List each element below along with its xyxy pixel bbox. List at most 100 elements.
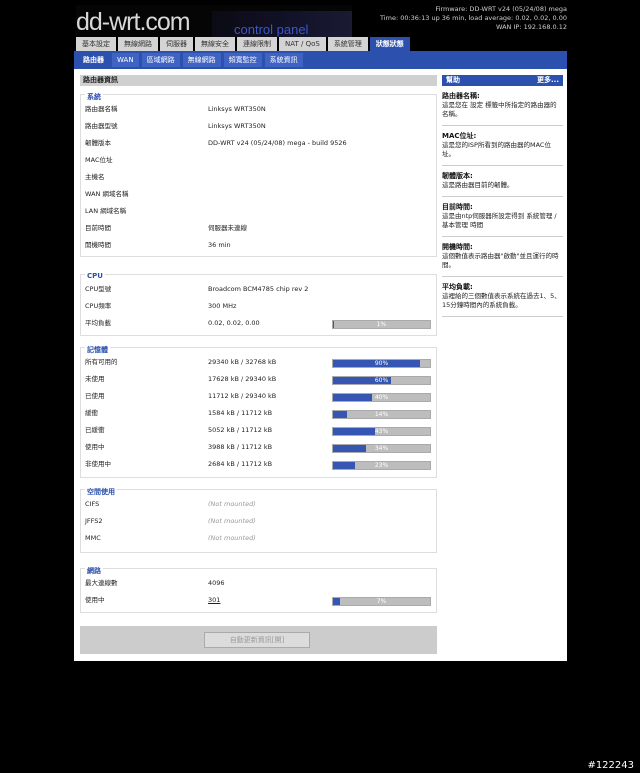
info-row: 最大連線數 4096 xyxy=(85,576,435,590)
help-panel: 幫助 更多... 路由器名稱: 這是您在 設定 標籤中所指定的路由器的名稱。 MA… xyxy=(442,75,563,317)
info-row: 緩衝 1584 kB / 11712 kB 14% xyxy=(85,406,435,420)
info-row: CPU頻率 300 MHz xyxy=(85,299,435,313)
tab-basic-setup[interactable]: 基本設定 xyxy=(76,37,116,51)
row-label: LAN 網域名稱 xyxy=(85,207,127,215)
help-item: 目前時間: 這是由ntp伺服器所設定得到 系統管理 / 基本管理 時間 xyxy=(442,197,563,237)
usage-bar: 60% xyxy=(332,376,431,385)
help-header: 幫助 更多... xyxy=(442,75,563,86)
section-title-system: 系統 xyxy=(85,92,103,102)
active-connections-link[interactable]: 301 xyxy=(208,593,220,607)
subtab-router[interactable]: 路由器 xyxy=(78,53,109,67)
row-label: JFFS2 xyxy=(85,517,103,525)
help-item-title: MAC位址: xyxy=(442,132,477,140)
row-label: WAN 網域名稱 xyxy=(85,190,129,198)
help-item: 開機時間: 這個數值表示路由器"啟動"並且運行的時間。 xyxy=(442,237,563,277)
info-row: 韌體版本 DD-WRT v24 (05/24/08) mega - build 9… xyxy=(85,136,435,150)
help-more-link[interactable]: 更多... xyxy=(537,75,559,86)
router-info: Firmware: DD-WRT v24 (05/24/08) mega Tim… xyxy=(380,5,567,32)
subtab-wan[interactable]: WAN xyxy=(112,53,139,67)
tab-wireless[interactable]: 無線網路 xyxy=(118,37,158,51)
info-row: 已使用 11712 kB / 29340 kB 40% xyxy=(85,389,435,403)
help-item: 平均負載: 這裡給的三個數值表示系統在過去1、5、15分鐘時間內的系統負載。 xyxy=(442,277,563,317)
tab-nat-qos[interactable]: NAT / QoS xyxy=(279,37,326,51)
info-row: 已緩衝 5052 kB / 11712 kB 43% xyxy=(85,423,435,437)
tab-access-restrictions[interactable]: 連線限制 xyxy=(237,37,277,51)
row-label: CPU型號 xyxy=(85,285,112,293)
page-title: 路由器資訊 xyxy=(80,75,437,86)
usage-bar-label: 1% xyxy=(376,321,387,328)
logo-text: dd-wrt.com xyxy=(76,8,191,36)
button-bar: 自動更新資訊[開] xyxy=(80,626,437,654)
row-value: 17628 kB / 29340 kB xyxy=(208,375,277,383)
subtab-lan[interactable]: 區域網路 xyxy=(141,53,180,67)
row-label: 緩衝 xyxy=(85,409,98,417)
row-value: (Not mounted) xyxy=(208,534,256,542)
subtab-wireless[interactable]: 無線網路 xyxy=(182,53,221,67)
row-value: (Not mounted) xyxy=(208,500,256,508)
tab-security[interactable]: 無線安全 xyxy=(195,37,235,51)
usage-bar: 1% xyxy=(332,320,431,329)
row-value: 1584 kB / 11712 kB xyxy=(208,409,273,417)
content-area: 路由器資訊 系統 路由器名稱 Linksys WRT350N 路由器型號 Links… xyxy=(74,69,567,661)
row-value: 5052 kB / 11712 kB xyxy=(208,426,273,434)
tab-status[interactable]: 狀態狀態 xyxy=(369,37,410,51)
row-label: MAC位址 xyxy=(85,156,113,164)
logo-subtitle: control panel xyxy=(234,22,309,37)
memory-section: 記憶體 所有可用的 29340 kB / 32768 kB 90% 未使用 1762… xyxy=(80,345,437,478)
row-label: 韌體版本 xyxy=(85,139,111,147)
subtab-bandwidth[interactable]: 頻寬監控 xyxy=(223,53,262,67)
space-section: 空間使用 CIFS (Not mounted) JFFS2 (Not mounted… xyxy=(80,487,437,553)
help-item: 路由器名稱: 這是您在 設定 標籤中所指定的路由器的名稱。 xyxy=(442,86,563,126)
usage-bar-label: 43% xyxy=(374,428,389,435)
subtab-sysinfo[interactable]: 系統資訊 xyxy=(264,53,303,67)
usage-bar-label: 34% xyxy=(374,445,389,452)
help-item-desc: 這裡給的三個數值表示系統在過去1、5、15分鐘時間內的系統負載。 xyxy=(442,292,561,309)
wan-ip-text: WAN IP: 192.168.0.12 xyxy=(496,23,567,31)
help-item-title: 韌體版本: xyxy=(442,172,473,180)
row-value: 11712 kB / 29340 kB xyxy=(208,392,277,400)
firmware-text: Firmware: DD-WRT v24 (05/24/08) mega xyxy=(435,5,567,13)
row-label: 所有可用的 xyxy=(85,358,118,366)
usage-bar-label: 14% xyxy=(374,411,389,418)
help-item-title: 平均負載: xyxy=(442,283,473,291)
usage-bar-label: 7% xyxy=(376,598,387,605)
auto-refresh-button[interactable]: 自動更新資訊[開] xyxy=(204,632,310,648)
tab-administration[interactable]: 系統管理 xyxy=(327,37,368,51)
info-row: MAC位址 xyxy=(85,153,435,167)
usage-bar: 40% xyxy=(332,393,431,402)
info-row: LAN 網域名稱 xyxy=(85,204,435,218)
row-value: 300 MHz xyxy=(208,302,237,310)
info-row: 未使用 17628 kB / 29340 kB 60% xyxy=(85,372,435,386)
row-label: MMC xyxy=(85,534,101,542)
row-label: 使用中 xyxy=(85,596,105,604)
help-item-desc: 這是您在 設定 標籤中所指定的路由器的名稱。 xyxy=(442,101,557,118)
info-row: 非使用中 2684 kB / 11712 kB 23% xyxy=(85,457,435,471)
info-row: JFFS2 (Not mounted) xyxy=(85,514,435,528)
image-id-watermark: #122243 xyxy=(587,760,634,771)
dd-wrt-logo[interactable]: dd-wrt.com control panel xyxy=(76,5,352,37)
help-item: 韌體版本: 這是路由器目前的韌體。 xyxy=(442,166,563,197)
row-label: 已緩衝 xyxy=(85,426,105,434)
row-label: 路由器型號 xyxy=(85,122,118,130)
help-title: 幫助 xyxy=(446,76,460,84)
main-panel: 路由器資訊 系統 路由器名稱 Linksys WRT350N 路由器型號 Links… xyxy=(80,75,437,654)
info-row: 所有可用的 29340 kB / 32768 kB 90% xyxy=(85,355,435,369)
uptime-text: Time: 00:36:13 up 36 min, load average: … xyxy=(380,14,567,22)
row-label: 主機名 xyxy=(85,173,105,181)
row-label: 已使用 xyxy=(85,392,105,400)
info-row: 平均負載 0.02, 0.02, 0.00 1% xyxy=(85,316,435,330)
tab-services[interactable]: 伺服器 xyxy=(160,37,193,51)
help-item-title: 目前時間: xyxy=(442,203,473,211)
info-row: 路由器名稱 Linksys WRT350N xyxy=(85,102,435,116)
section-title-space: 空間使用 xyxy=(85,487,117,497)
system-section: 系統 路由器名稱 Linksys WRT350N 路由器型號 Linksys WRT… xyxy=(80,92,437,257)
cpu-section: CPU CPU型號 Broadcom BCM4785 chip rev 2 CPU… xyxy=(80,272,437,336)
row-label: 非使用中 xyxy=(85,460,111,468)
row-label: CIFS xyxy=(85,500,100,508)
row-value: 4096 xyxy=(208,579,225,587)
help-item-title: 路由器名稱: xyxy=(442,92,480,100)
info-row: MMC (Not mounted) xyxy=(85,531,435,545)
usage-bar-label: 60% xyxy=(374,377,389,384)
row-value: 29340 kB / 32768 kB xyxy=(208,358,277,366)
row-value: Linksys WRT350N xyxy=(208,105,266,113)
